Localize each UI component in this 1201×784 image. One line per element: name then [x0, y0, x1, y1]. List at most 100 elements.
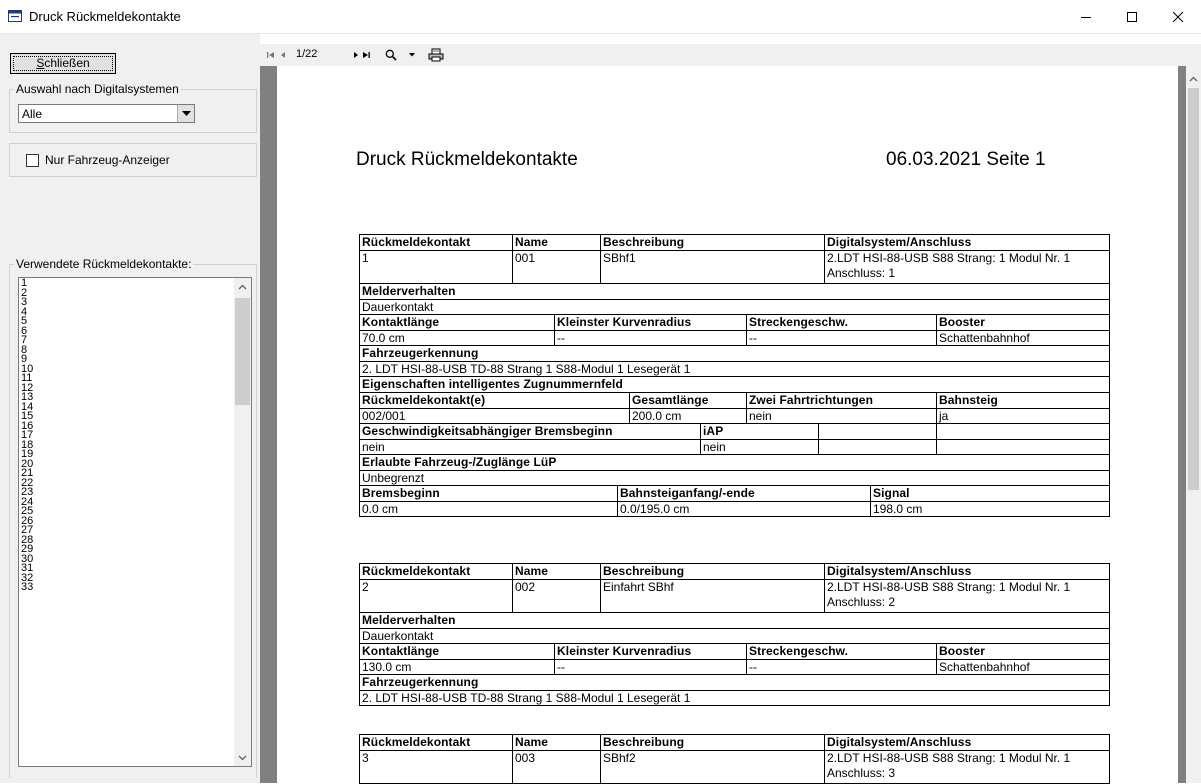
preview-toolbar: 1/22: [260, 44, 1201, 66]
empty-cell: [818, 424, 936, 439]
list-item[interactable]: 6: [21, 327, 233, 337]
list-item[interactable]: 27: [21, 526, 233, 536]
last-page-icon[interactable]: [362, 47, 370, 63]
list-item[interactable]: 1: [21, 279, 233, 289]
chevron-down-icon[interactable]: [177, 105, 194, 122]
label-digital: Digitalsystem/Anschluss: [824, 735, 1109, 750]
behaviour-value: Dauerkontakt: [360, 300, 1109, 314]
list-item[interactable]: 18: [21, 441, 233, 451]
list-item[interactable]: 21: [21, 469, 233, 479]
vehicle-id-value: 2. LDT HSI-88-USB TD-88 Strang 1 S88-Mod…: [360, 362, 1109, 376]
list-item[interactable]: 12: [21, 384, 233, 394]
list-item[interactable]: 26: [21, 517, 233, 527]
left-panel: Schließen Auswahl nach Digitalsystemen A…: [0, 34, 260, 783]
title-bar: Druck Rückmeldekontakte: [0, 0, 1201, 34]
list-item[interactable]: 9: [21, 355, 233, 365]
print-preview-area[interactable]: Druck Rückmeldekontakte 06.03.2021 Seite…: [260, 66, 1201, 783]
booster-value: Schattenbahnhof: [936, 331, 1109, 345]
scroll-up-icon[interactable]: [234, 278, 251, 295]
first-page-icon[interactable]: [267, 47, 275, 63]
maximize-button[interactable]: [1109, 0, 1155, 34]
label-radius: Kleinster Kurvenradius: [554, 644, 746, 659]
list-item[interactable]: 16: [21, 422, 233, 432]
zoom-icon[interactable]: [385, 47, 397, 63]
empty-cell: [936, 440, 1109, 454]
label-two-dir: Zwei Fahrtrichtungen: [746, 393, 936, 408]
digital-system-select-value: Alle: [22, 107, 42, 121]
previous-page-icon[interactable]: [280, 47, 286, 63]
list-item[interactable]: 11: [21, 374, 233, 384]
close-window-button[interactable]: [1155, 0, 1201, 34]
label-iz-props: Eigenschaften intelligentes Zugnummernfe…: [360, 377, 1109, 392]
list-scroll-thumb[interactable]: [235, 298, 250, 405]
speed-value: --: [746, 660, 936, 674]
list-item[interactable]: 23: [21, 488, 233, 498]
used-contacts-list[interactable]: 1 2 3 4 5 6 7 8 9 10 11 12 13 14 15 16 17 18 19 20 21 22 23 24 2…: [18, 277, 252, 767]
list-item[interactable]: 24: [21, 498, 233, 508]
name-value: 002: [512, 580, 600, 612]
list-item[interactable]: 31: [21, 564, 233, 574]
print-icon[interactable]: [428, 47, 444, 63]
page-scrollbar[interactable]: [1186, 66, 1201, 783]
list-item[interactable]: 3: [21, 298, 233, 308]
list-item[interactable]: 20: [21, 460, 233, 470]
report-entry: Rückmeldekontakt Name Beschreibung Digit…: [359, 734, 1110, 784]
label-speed: Streckengeschw.: [746, 644, 936, 659]
digital-system-select[interactable]: Alle: [18, 104, 195, 123]
close-icon: [1172, 11, 1184, 23]
list-item[interactable]: 29: [21, 545, 233, 555]
list-item[interactable]: 28: [21, 536, 233, 546]
list-item[interactable]: 10: [21, 365, 233, 375]
only-vehicle-display-checkbox-row[interactable]: Nur Fahrzeug-Anzeiger: [26, 153, 170, 167]
list-item[interactable]: 8: [21, 346, 233, 356]
list-item[interactable]: 22: [21, 479, 233, 489]
next-page-icon[interactable]: [353, 47, 359, 63]
total-length-value: 200.0 cm: [629, 409, 746, 423]
description-value: SBhf1: [600, 251, 824, 283]
label-contact: Rückmeldekontakt: [360, 735, 512, 750]
list-item[interactable]: 33: [21, 583, 233, 593]
label-contacts: Rückmeldekontakt(e): [360, 393, 629, 408]
name-value: 003: [512, 751, 600, 783]
list-item[interactable]: 30: [21, 555, 233, 565]
speed-brake-value: nein: [360, 440, 700, 454]
list-item[interactable]: 32: [21, 574, 233, 584]
label-allowed-length: Erlaubte Fahrzeug-/Zuglänge LüP: [360, 455, 1109, 470]
list-item[interactable]: 7: [21, 336, 233, 346]
zoom-dropdown-icon[interactable]: [409, 47, 415, 63]
radius-value: --: [554, 331, 746, 345]
list-scrollbar[interactable]: [234, 278, 251, 766]
report-entry: Rückmeldekontakt Name Beschreibung Digit…: [359, 234, 1110, 517]
empty-cell: [818, 440, 936, 454]
close-button[interactable]: Schließen: [10, 53, 116, 74]
digital-system-group-label: Auswahl nach Digitalsystemen: [14, 82, 181, 96]
list-item[interactable]: 15: [21, 412, 233, 422]
label-description: Beschreibung: [600, 735, 824, 750]
platform-value: ja: [936, 409, 1109, 423]
window-title: Druck Rückmeldekontakte: [29, 9, 181, 24]
label-platform: Bahnsteig: [936, 393, 1109, 408]
list-item[interactable]: 25: [21, 507, 233, 517]
scroll-up-icon[interactable]: [1189, 71, 1198, 85]
minimize-button[interactable]: [1063, 0, 1109, 34]
radius-value: --: [554, 660, 746, 674]
page-scroll-thumb[interactable]: [1188, 88, 1199, 490]
contact-value: 1: [360, 251, 512, 283]
only-vehicle-display-checkbox[interactable]: [26, 154, 39, 167]
signal-value: 198.0 cm: [870, 502, 1109, 516]
label-name: Name: [512, 235, 600, 250]
list-item[interactable]: 4: [21, 308, 233, 318]
label-vehicle-id: Fahrzeugerkennung: [360, 675, 1109, 690]
report-page: Druck Rückmeldekontakte 06.03.2021 Seite…: [277, 66, 1178, 783]
list-item[interactable]: 13: [21, 393, 233, 403]
list-item[interactable]: 5: [21, 317, 233, 327]
list-item[interactable]: 19: [21, 450, 233, 460]
list-item[interactable]: 14: [21, 403, 233, 413]
list-item[interactable]: 17: [21, 431, 233, 441]
app-icon: [8, 10, 22, 22]
scroll-down-icon[interactable]: [234, 749, 251, 766]
digital-value: 2.LDT HSI-88-USB S88 Strang: 1 Modul Nr.…: [824, 580, 1109, 612]
list-item[interactable]: 2: [21, 289, 233, 299]
label-length: Kontaktlänge: [360, 644, 554, 659]
two-dir-value: nein: [746, 409, 936, 423]
